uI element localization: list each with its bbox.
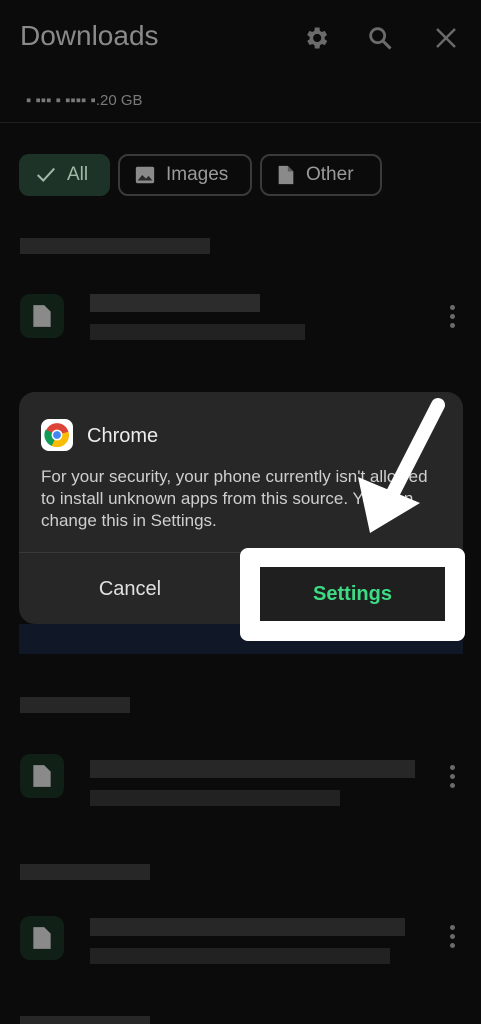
- list-item-subtitle: [90, 324, 305, 340]
- chip-all-label: All: [67, 164, 89, 185]
- file-icon: [20, 754, 64, 798]
- list-item-title: [90, 760, 415, 778]
- check-icon: [37, 167, 55, 182]
- file-icon: [20, 294, 64, 338]
- settings-button[interactable]: Settings: [260, 567, 445, 621]
- section-date-4: [20, 1016, 150, 1024]
- list-item-title: [90, 918, 405, 936]
- cancel-button[interactable]: Cancel: [19, 554, 241, 624]
- dialog-title: Chrome: [87, 425, 159, 447]
- storage-info: ▪ ▪▪▪ ▪ ▪▪▪▪ ▪.20 GB: [26, 92, 143, 109]
- list-item-title: [90, 294, 260, 312]
- more-options-icon[interactable]: [448, 925, 456, 948]
- more-options-icon[interactable]: [448, 765, 456, 788]
- divider: [0, 122, 481, 123]
- image-icon: [135, 166, 155, 184]
- list-item-subtitle: [90, 790, 340, 806]
- search-icon[interactable]: [364, 22, 396, 54]
- chip-other-label: Other: [306, 164, 354, 185]
- list-item-subtitle: [90, 948, 390, 964]
- chip-other[interactable]: Other: [260, 154, 382, 196]
- section-date-3: [20, 864, 150, 880]
- section-date-2: [20, 697, 130, 713]
- document-icon: [278, 165, 294, 185]
- page-title: Downloads: [20, 20, 159, 51]
- more-options-icon[interactable]: [448, 305, 456, 328]
- chip-images[interactable]: Images: [118, 154, 252, 196]
- chrome-icon: [41, 419, 73, 451]
- file-icon: [20, 916, 64, 960]
- chip-images-label: Images: [166, 164, 229, 185]
- chip-all[interactable]: All: [19, 154, 110, 196]
- close-icon[interactable]: [430, 22, 462, 54]
- arrow-icon: [358, 398, 445, 533]
- gear-icon[interactable]: [300, 22, 332, 54]
